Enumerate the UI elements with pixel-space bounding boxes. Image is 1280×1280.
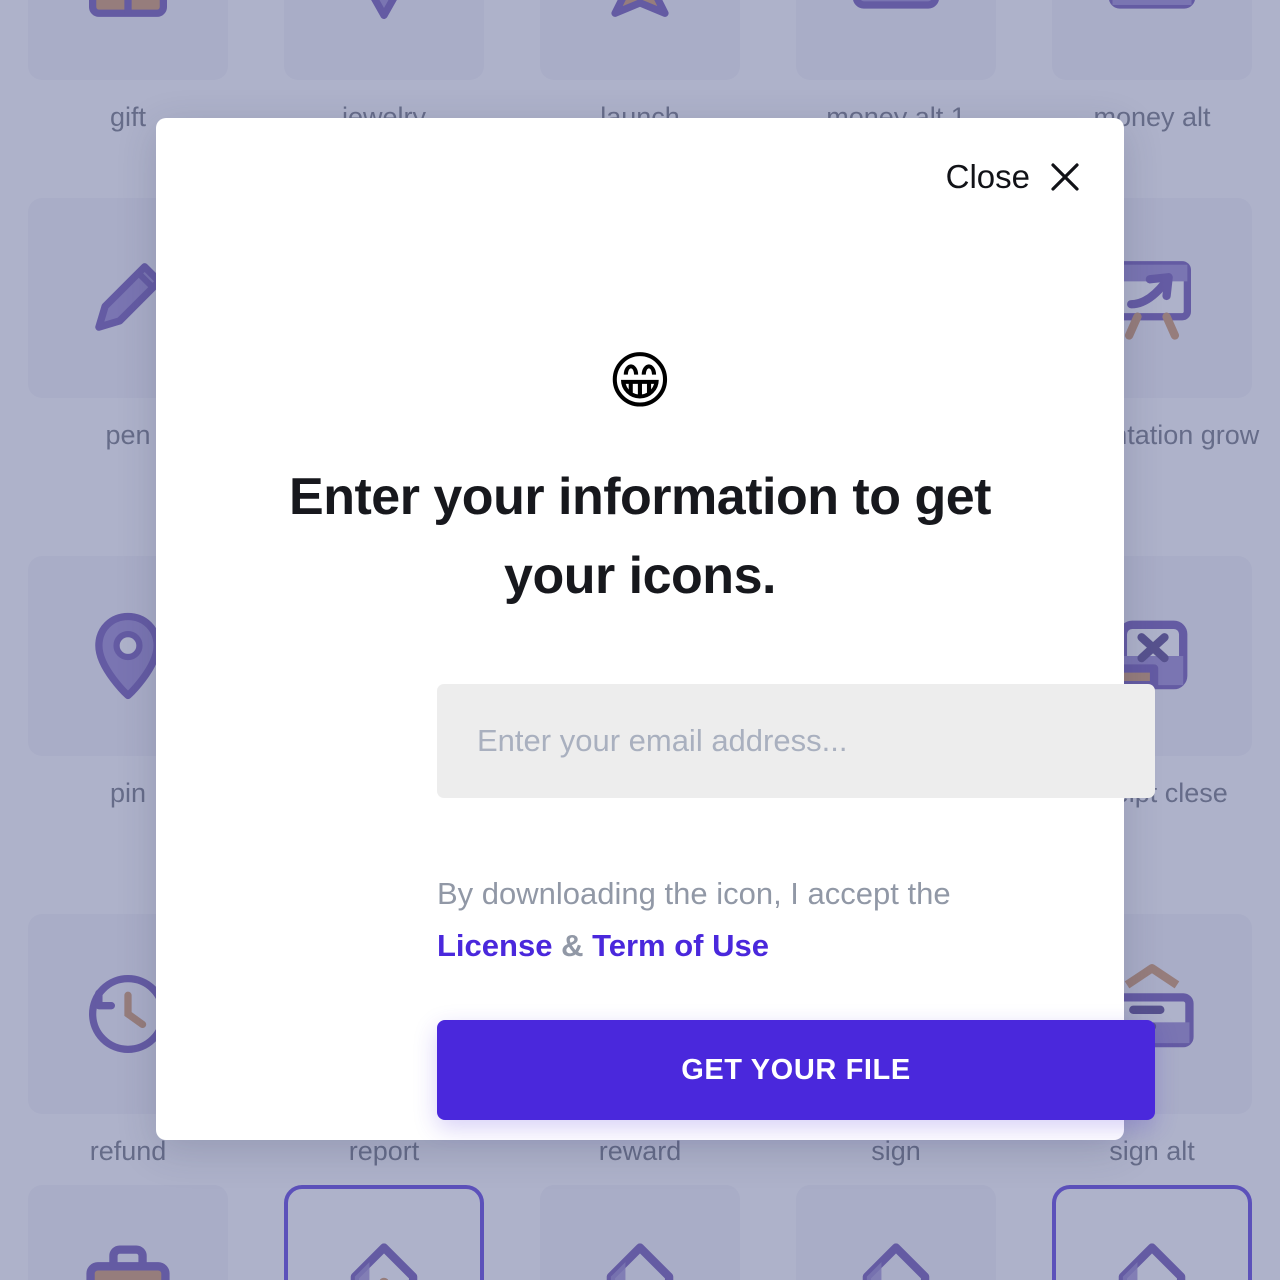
consent-text: By downloading the icon, I accept the Li…: [437, 868, 1137, 972]
consent-prefix: By downloading the icon, I accept the: [437, 876, 951, 911]
email-input[interactable]: [437, 684, 1155, 798]
grinning-face-with-smiling-eyes-icon: 😁: [607, 344, 673, 417]
email-capture-modal: Close 😁 Enter your information to get yo…: [156, 118, 1155, 1140]
get-your-file-button[interactable]: GET YOUR FILE: [437, 1020, 1155, 1120]
close-x-icon[interactable]: [1050, 162, 1080, 192]
license-link[interactable]: License: [437, 928, 552, 963]
close-button[interactable]: Close: [946, 158, 1080, 196]
close-button-label: Close: [945, 158, 1030, 195]
app-root: giftjewelrylaunchmoney alt 1money altpen…: [0, 0, 1280, 1280]
consent-separator: &: [561, 928, 584, 964]
modal-title: Enter your information to get your icons…: [289, 468, 991, 606]
terms-of-use-link[interactable]: Term of Use: [592, 928, 769, 963]
